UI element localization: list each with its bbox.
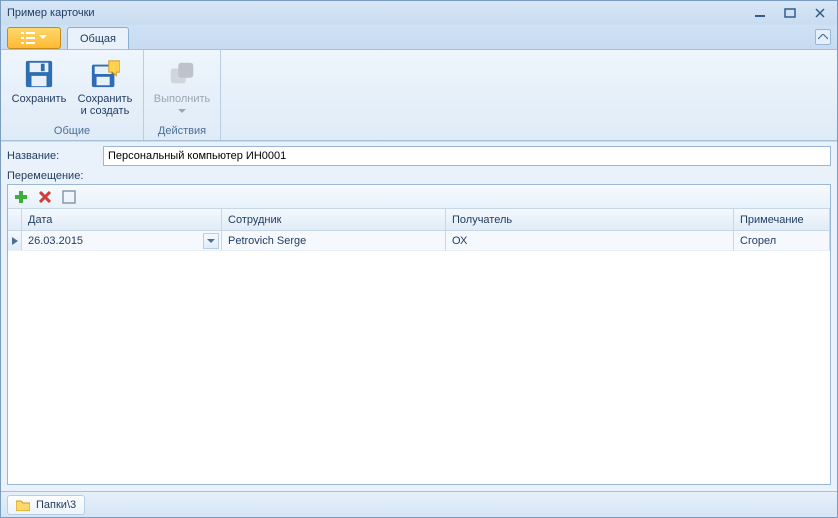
ribbon-tabstrip: Общая — [1, 25, 837, 49]
table-row[interactable]: 26.03.2015 Petrovich Serge ОХ Сгорел — [8, 231, 830, 251]
cell-date[interactable]: 26.03.2015 — [22, 231, 222, 250]
group-label-actions: Действия — [144, 123, 220, 140]
delete-row-button[interactable] — [36, 188, 54, 206]
chevron-down-icon — [178, 109, 186, 114]
date-dropdown-button[interactable] — [203, 233, 219, 249]
save-label: Сохранить — [12, 93, 67, 105]
cell-employee[interactable]: Petrovich Serge — [222, 231, 446, 250]
execute-button: Выполнить — [150, 54, 214, 120]
list-icon — [21, 32, 35, 44]
titlebar: Пример карточки — [1, 1, 837, 25]
content-area: Название: Перемещение: Дата Сотрудник По… — [1, 141, 837, 491]
ribbon-group-actions: Выполнить Действия — [144, 50, 221, 140]
current-row-indicator — [8, 231, 22, 250]
execute-label: Выполнить — [154, 93, 210, 117]
grid-toolbar — [8, 185, 830, 209]
col-header-employee[interactable]: Сотрудник — [222, 209, 446, 230]
plus-icon — [14, 190, 28, 204]
ribbon: Сохранить Сохранитьи создать Общие Выпол… — [1, 49, 837, 141]
row-indicator-header — [8, 209, 22, 230]
ribbon-group-general: Сохранить Сохранитьи создать Общие — [1, 50, 144, 140]
name-row: Название: — [7, 146, 831, 166]
execute-icon — [166, 58, 198, 90]
folder-path-text: Папки\3 — [36, 499, 76, 511]
maximize-button[interactable] — [779, 6, 801, 20]
group-label-general: Общие — [1, 123, 143, 140]
col-header-recipient[interactable]: Получатель — [446, 209, 734, 230]
window: Пример карточки Общая Сохранить — [0, 0, 838, 518]
movement-label: Перемещение: — [7, 170, 831, 182]
cell-note[interactable]: Сгорел — [734, 231, 830, 250]
grid-header: Дата Сотрудник Получатель Примечание — [8, 209, 830, 231]
tab-general[interactable]: Общая — [67, 27, 129, 49]
statusbar: Папки\3 — [1, 491, 837, 517]
minimize-button[interactable] — [749, 6, 771, 20]
tab-label: Общая — [80, 33, 116, 45]
col-header-date[interactable]: Дата — [22, 209, 222, 230]
chevron-down-icon — [39, 35, 47, 41]
grid-options-button[interactable] — [60, 188, 78, 206]
folder-path-chip[interactable]: Папки\3 — [7, 495, 85, 515]
folder-icon — [16, 499, 30, 511]
name-input[interactable] — [103, 146, 831, 166]
cell-recipient[interactable]: ОХ — [446, 231, 734, 250]
save-new-icon — [89, 58, 121, 90]
chevron-down-icon — [207, 239, 215, 244]
save-create-label: Сохранитьи создать — [78, 93, 133, 117]
app-menu-button[interactable] — [7, 27, 61, 49]
window-title: Пример карточки — [7, 7, 749, 19]
save-button[interactable]: Сохранить — [7, 54, 71, 120]
ribbon-collapse-button[interactable] — [815, 29, 831, 45]
save-and-create-button[interactable]: Сохранитьи создать — [73, 54, 137, 120]
window-controls — [749, 6, 831, 20]
save-icon — [23, 58, 55, 90]
close-button[interactable] — [809, 6, 831, 20]
name-label: Название: — [7, 150, 103, 162]
chevron-up-icon — [818, 34, 828, 40]
x-icon — [39, 191, 51, 203]
add-row-button[interactable] — [12, 188, 30, 206]
square-icon — [62, 190, 76, 204]
movement-grid: Дата Сотрудник Получатель Примечание 26.… — [7, 184, 831, 485]
col-header-note[interactable]: Примечание — [734, 209, 830, 230]
caret-right-icon — [11, 237, 19, 245]
